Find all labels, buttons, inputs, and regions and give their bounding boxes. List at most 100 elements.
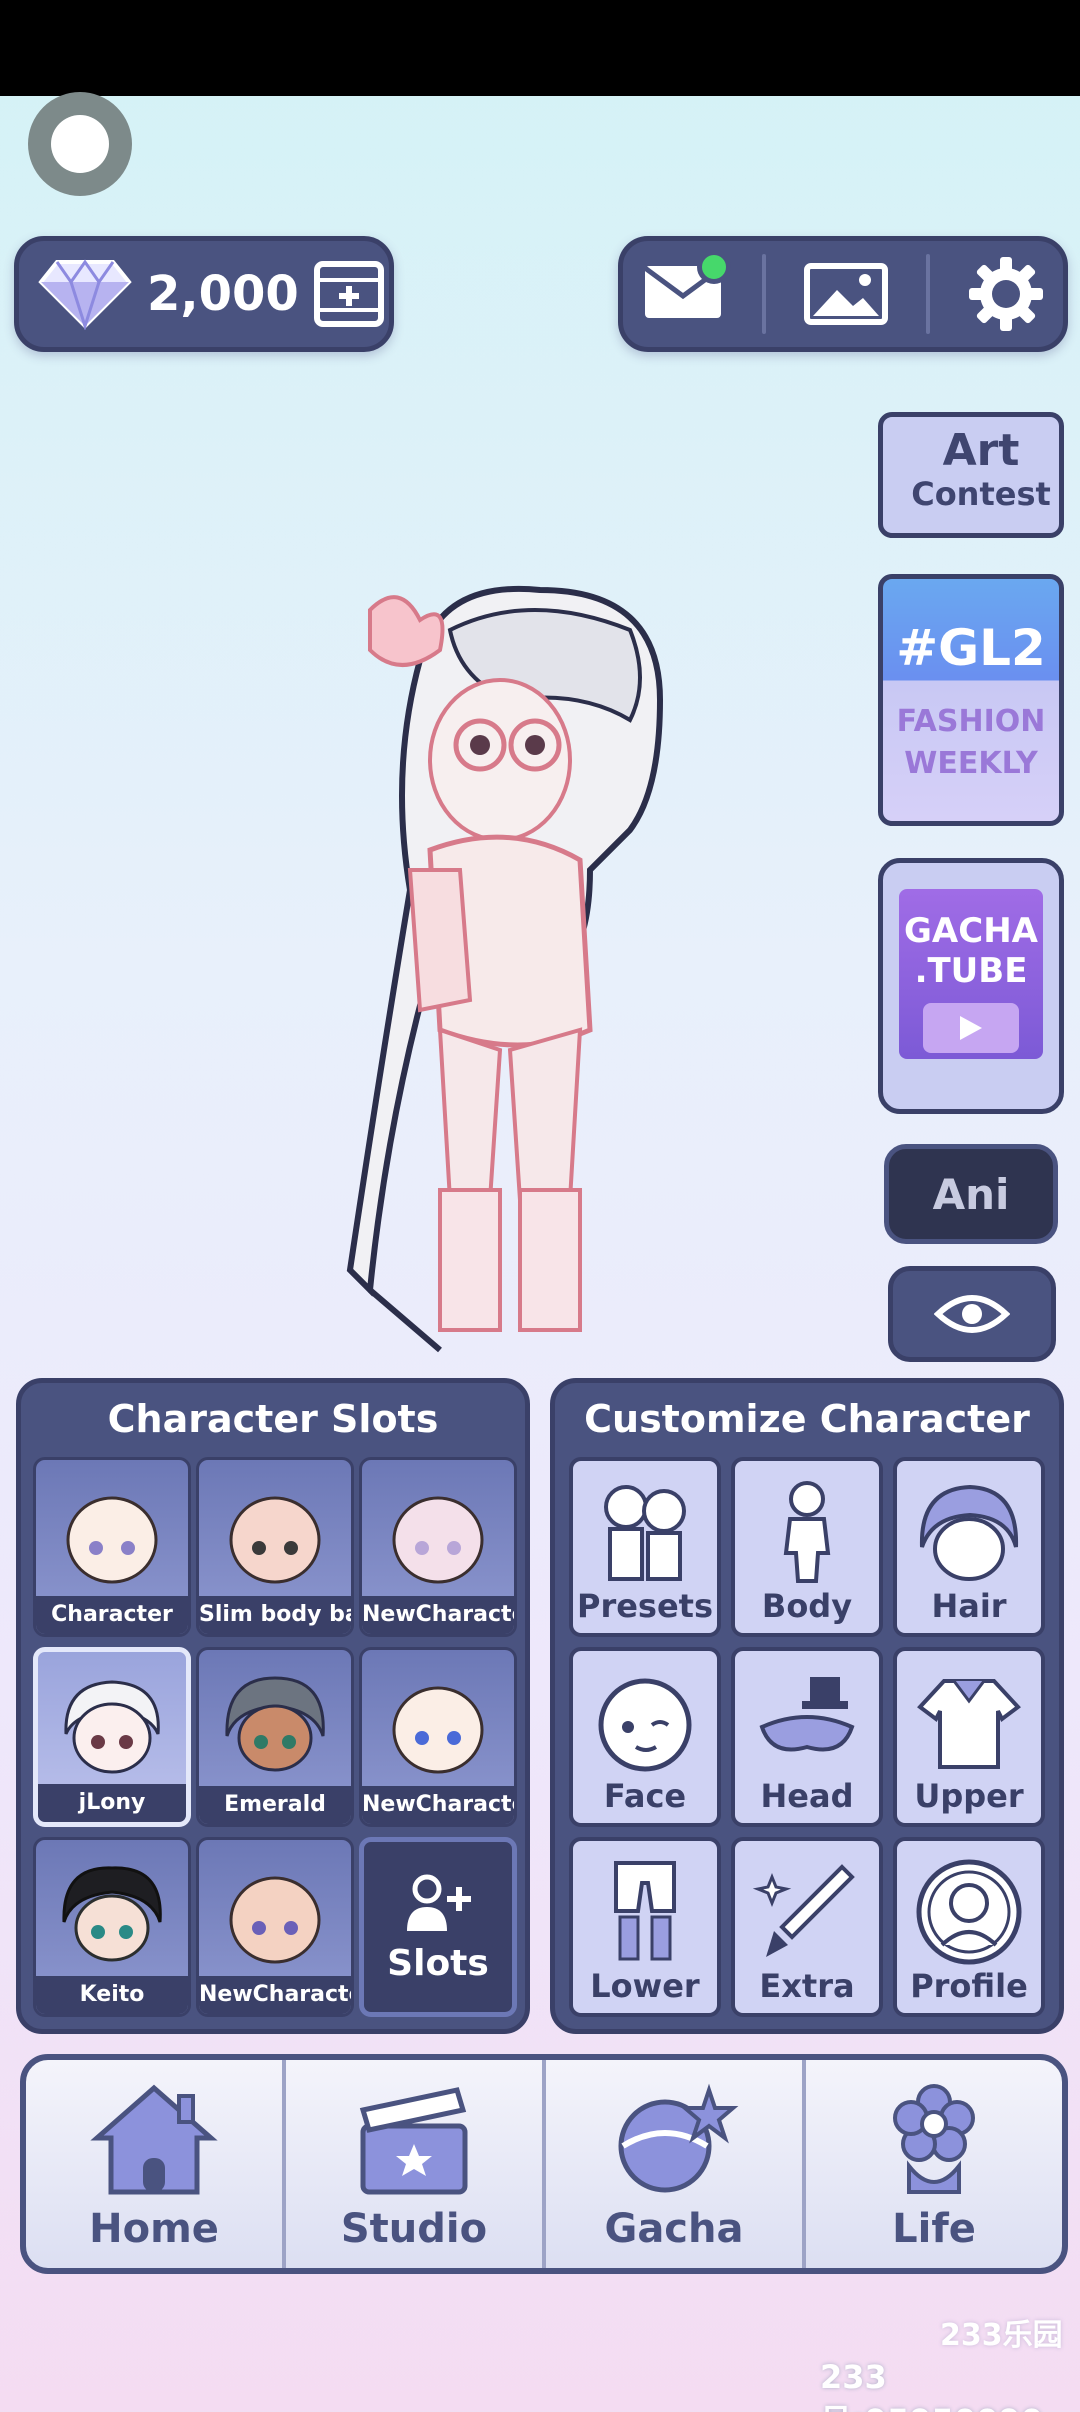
gl2-fashion-weekly-button[interactable]: #GL2 FASHION WEEKLY (878, 574, 1064, 826)
gacha-tube-screen: GACHA .TUBE (899, 889, 1043, 1059)
customize-label: Body (761, 1587, 853, 1625)
character-slots-title: Character Slots (107, 1397, 439, 1441)
customize-head-button[interactable]: Head (731, 1647, 883, 1827)
black-hair-avatar-icon (62, 1866, 162, 1962)
mail-button[interactable] (641, 250, 732, 328)
bald-avatar-icon (392, 1496, 484, 1584)
white-hair-avatar-icon (64, 1680, 160, 1774)
customize-label: Head (760, 1777, 854, 1815)
ani-button[interactable]: Ani (884, 1144, 1058, 1244)
slot-name: NewCharacter (362, 1786, 514, 1824)
bald-avatar-icon (229, 1496, 321, 1584)
lower-icon (614, 1861, 676, 1961)
bald-avatar-icon (392, 1686, 484, 1774)
art-contest-line2: Contest (911, 475, 1051, 513)
art-contest-line1: Art (942, 425, 1020, 476)
customize-label: Upper (914, 1777, 1024, 1815)
face-icon (598, 1678, 692, 1772)
visibility-button[interactable] (888, 1266, 1056, 1362)
character-preview[interactable] (330, 570, 750, 1370)
gray-hair-avatar-icon (225, 1676, 325, 1772)
customize-label: Face (603, 1777, 687, 1815)
nav-home-label: Home (89, 2206, 219, 2252)
profile-icon (916, 1859, 1022, 1965)
add-slots-button[interactable]: Slots (359, 1837, 517, 2017)
bald-avatar-icon (66, 1496, 158, 1584)
slot-name: Character (36, 1596, 188, 1634)
character-slots-grid: Character Slim body bas NewCharacter jLo… (33, 1457, 517, 2017)
diamond-icon (38, 259, 132, 330)
settings-icon[interactable] (967, 255, 1045, 333)
customize-face-button[interactable]: Face (569, 1647, 721, 1827)
gacha-tube-button[interactable]: GACHA .TUBE (878, 858, 1064, 1114)
character-slot[interactable]: NewCharacter (359, 1647, 517, 1827)
customize-extra-button[interactable]: Extra (731, 1837, 883, 2017)
bottom-navigation: Home Studio Gacha Life (20, 2054, 1068, 2274)
divider (925, 254, 930, 334)
character-slot[interactable]: Character (33, 1457, 191, 1637)
customize-hair-button[interactable]: Hair (893, 1457, 1045, 1637)
bald-avatar-icon (229, 1876, 321, 1964)
customize-body-button[interactable]: Body (731, 1457, 883, 1637)
add-slots-label: Slots (387, 1942, 489, 1984)
art-contest-button[interactable]: Art Contest (878, 412, 1064, 538)
slot-name: NewCharacter (199, 1976, 351, 2014)
nav-life[interactable]: Life (802, 2060, 1062, 2268)
nav-studio[interactable]: Studio (282, 2060, 542, 2268)
home-icon (90, 2084, 218, 2195)
customize-label: Presets (576, 1587, 714, 1625)
nav-life-label: Life (892, 2206, 976, 2252)
gems-count: 2,000 (147, 266, 299, 322)
slot-name: Slim body bas (199, 1596, 351, 1634)
gallery-icon[interactable] (803, 262, 889, 326)
life-icon (893, 2084, 975, 2194)
customize-label: Extra (759, 1967, 855, 2005)
customize-lower-button[interactable]: Lower (569, 1837, 721, 2017)
slot-name: Keito (36, 1976, 188, 2014)
watermark-id: 233号:95950090 (820, 2358, 1043, 2412)
character-slot-selected[interactable]: jLony (33, 1647, 191, 1827)
watermark-logo: 233乐园 (940, 2318, 1063, 2353)
nav-gacha[interactable]: Gacha (542, 2060, 802, 2268)
character-slot[interactable]: Keito (33, 1837, 191, 2017)
slot-name: NewCharacter (362, 1596, 514, 1634)
extra-icon (752, 1864, 855, 1957)
record-icon (51, 115, 109, 173)
gacha-tube-line1: GACHA (904, 911, 1038, 951)
customize-character-panel: Customize Character Presets Body Hair Fa… (550, 1378, 1064, 2034)
character-slot[interactable]: Slim body bas (196, 1457, 354, 1637)
add-user-icon (407, 1874, 471, 1931)
top-right-toolbar (618, 236, 1068, 352)
eye-icon (934, 1295, 1010, 1333)
body-icon (783, 1481, 831, 1583)
customize-presets-button[interactable]: Presets (569, 1457, 721, 1637)
record-button[interactable] (28, 92, 132, 196)
customize-character-title: Customize Character (584, 1397, 1030, 1441)
add-gems-icon[interactable] (313, 258, 385, 330)
slot-name: jLony (38, 1784, 186, 1822)
gl2-title: #GL2 (896, 619, 1046, 677)
character-slot[interactable]: NewCharacter (359, 1457, 517, 1637)
gacha-icon (618, 2083, 739, 2193)
customize-upper-button[interactable]: Upper (893, 1647, 1045, 1827)
gl2-line1: FASHION (896, 704, 1046, 739)
presets-icon (604, 1485, 686, 1581)
notification-dot (697, 250, 732, 284)
upper-icon (917, 1679, 1021, 1769)
gacha-tube-line2: .TUBE (914, 951, 1028, 991)
character-slot[interactable]: NewCharacter (196, 1837, 354, 2017)
studio-icon (359, 2087, 468, 2195)
nav-home[interactable]: Home (26, 2060, 282, 2268)
character-slot[interactable]: Emerald (196, 1647, 354, 1827)
slot-name: Emerald (199, 1786, 351, 1824)
gl2-line2: WEEKLY (904, 746, 1038, 781)
customize-grid: Presets Body Hair Face Head Upper Lower (569, 1457, 1049, 2017)
customize-label: Hair (931, 1587, 1007, 1625)
customize-profile-button[interactable]: Profile (893, 1837, 1045, 2017)
gems-counter[interactable]: 2,000 (14, 236, 394, 352)
divider (762, 254, 767, 334)
hair-icon (919, 1484, 1019, 1581)
character-slots-panel: Character Slots Character Slim body bas … (16, 1378, 530, 2034)
customize-label: Lower (590, 1967, 700, 2005)
head-icon (759, 1677, 855, 1752)
